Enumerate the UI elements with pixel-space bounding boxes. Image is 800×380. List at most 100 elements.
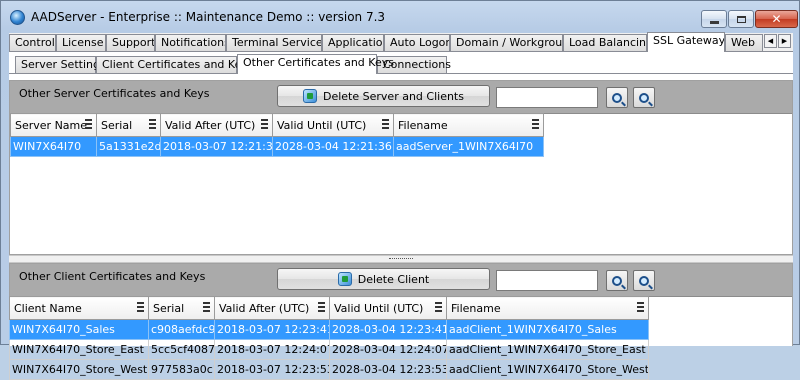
tab-terminal-services[interactable]: Terminal Services <box>226 34 322 51</box>
column-menu-icon[interactable] <box>203 302 210 312</box>
tab-support[interactable]: Support <box>106 34 155 51</box>
cell-valid-after[interactable]: 2018-03-07 12:21:36 <box>160 136 273 157</box>
tab-scroll-arrows: ◀ ▶ <box>764 34 792 48</box>
column-header-serial[interactable]: Serial <box>148 296 215 320</box>
delete-client-label: Delete Client <box>357 272 430 286</box>
search-next-icon <box>639 92 649 103</box>
server-search-input[interactable] <box>496 87 598 108</box>
close-icon: ✕ <box>771 12 782 26</box>
column-header-valid-after[interactable]: Valid After (UTC) <box>214 296 330 320</box>
title-bar[interactable]: AADServer - Enterprise :: Maintenance De… <box>1 1 799 33</box>
search-next-icon <box>639 275 649 286</box>
tab-auto-logon[interactable]: Auto Logon <box>384 34 450 51</box>
subtab-client-certificates[interactable]: Client Certificates and Keys <box>96 56 254 73</box>
main-window: AADServer - Enterprise :: Maintenance De… <box>0 0 800 380</box>
cell-filename[interactable]: aadClient_1WIN7X64I70_Store_East <box>446 339 649 360</box>
splitter-grip-icon <box>389 258 413 261</box>
cell-client-name[interactable]: WIN7X64I70_Store_West <box>9 359 149 380</box>
column-menu-icon[interactable] <box>532 119 539 129</box>
other-certificates-page: Other Server Certificates and Keys Delet… <box>9 74 793 380</box>
column-menu-icon[interactable] <box>85 119 92 129</box>
cell-client-name[interactable]: WIN7X64I70_Store_East <box>9 339 149 360</box>
delete-server-and-clients-button[interactable]: Delete Server and Clients <box>277 85 490 107</box>
column-menu-icon[interactable] <box>637 302 644 312</box>
table-row[interactable]: WIN7X64I70 5a1331e2dal 2018-03-07 12:21:… <box>10 136 544 157</box>
client-certificates-table: Client Name Serial Valid After (UTC) Val… <box>9 296 649 380</box>
maximize-button[interactable] <box>728 10 754 28</box>
client-find-next-button[interactable] <box>633 270 655 291</box>
maximize-icon <box>736 15 746 23</box>
minimize-icon <box>709 20 719 24</box>
column-menu-icon[interactable] <box>382 119 389 129</box>
column-menu-icon[interactable] <box>318 302 325 312</box>
minimize-button[interactable] <box>701 10 727 28</box>
table-row[interactable]: WIN7X64I70_Store_West 977583a0c12 2018-0… <box>9 359 649 380</box>
tab-notifications[interactable]: Notifications <box>155 34 226 51</box>
column-header-valid-after[interactable]: Valid After (UTC) <box>160 113 273 137</box>
column-header-client-name[interactable]: Client Name <box>9 296 149 320</box>
tab-control[interactable]: Control <box>9 34 56 51</box>
table-row[interactable]: WIN7X64I70_Store_East 5cc5cf40877 2018-0… <box>9 339 649 360</box>
tab-load-balancing[interactable]: Load Balancing <box>563 34 647 51</box>
column-header-filename[interactable]: Filename <box>446 296 649 320</box>
cell-valid-until[interactable]: 2028-03-04 12:21:36 <box>272 136 394 157</box>
cell-valid-until[interactable]: 2028-03-04 12:24:07 <box>329 339 447 360</box>
client-find-button[interactable] <box>606 270 628 291</box>
tab-ssl-gateway[interactable]: SSL Gateway <box>647 32 725 52</box>
cell-server-name[interactable]: WIN7X64I70 <box>10 136 97 157</box>
search-icon <box>612 92 622 103</box>
column-menu-icon[interactable] <box>435 302 442 312</box>
cell-filename[interactable]: aadClient_1WIN7X64I70_Store_West <box>446 359 649 380</box>
tab-application[interactable]: Application <box>322 34 384 51</box>
client-search-input[interactable] <box>496 270 598 291</box>
column-header-filename[interactable]: Filename <box>393 113 544 137</box>
client-panel-header: Other Client Certificates and Keys Delet… <box>10 264 792 297</box>
server-find-next-button[interactable] <box>633 87 655 108</box>
server-certificates-table: Server Name Serial Valid After (UTC) Val… <box>10 113 544 157</box>
client-area: Control License Support Notifications Te… <box>9 32 793 380</box>
delete-client-button[interactable]: Delete Client <box>277 268 490 290</box>
cell-filename[interactable]: aadClient_1WIN7X64I70_Sales <box>446 319 649 340</box>
cell-valid-after[interactable]: 2018-03-07 12:24:07 <box>214 339 330 360</box>
cell-serial[interactable]: 977583a0c12 <box>148 359 215 380</box>
tab-license[interactable]: License <box>56 34 106 51</box>
tab-domain-workgroup[interactable]: Domain / Workgroup <box>450 34 563 51</box>
cell-valid-after[interactable]: 2018-03-07 12:23:53 <box>214 359 330 380</box>
client-table-header-row: Client Name Serial Valid After (UTC) Val… <box>9 296 649 320</box>
delete-certificate-icon <box>303 89 317 103</box>
tab-scroll-right-icon[interactable]: ▶ <box>778 34 791 48</box>
tab-scroll-left-icon[interactable]: ◀ <box>764 34 777 48</box>
subtab-server-settings[interactable]: Server Settings <box>15 56 106 73</box>
column-menu-icon[interactable] <box>261 119 268 129</box>
delete-certificate-icon <box>337 272 352 286</box>
tab-web[interactable]: Web <box>725 34 763 51</box>
cell-serial[interactable]: c908aefdc95 <box>148 319 215 340</box>
cell-valid-until[interactable]: 2028-03-04 12:23:41 <box>329 319 447 340</box>
app-globe-icon <box>10 10 25 25</box>
close-button[interactable]: ✕ <box>755 10 798 28</box>
main-tab-strip: Control License Support Notifications Te… <box>9 32 793 52</box>
column-header-valid-until[interactable]: Valid Until (UTC) <box>272 113 394 137</box>
cell-valid-until[interactable]: 2028-03-04 12:23:53 <box>329 359 447 380</box>
cell-serial[interactable]: 5cc5cf40877 <box>148 339 215 360</box>
cell-serial[interactable]: 5a1331e2dal <box>96 136 161 157</box>
window-title: AADServer - Enterprise :: Maintenance De… <box>31 10 386 24</box>
column-menu-icon[interactable] <box>137 302 144 312</box>
column-header-valid-until[interactable]: Valid Until (UTC) <box>329 296 447 320</box>
table-row[interactable]: WIN7X64I70_Sales c908aefdc95 2018-03-07 … <box>9 319 649 340</box>
server-find-button[interactable] <box>606 87 628 108</box>
cell-client-name[interactable]: WIN7X64I70_Sales <box>9 319 149 340</box>
panel-splitter[interactable] <box>9 255 793 263</box>
cell-filename[interactable]: aadServer_1WIN7X64I70 <box>393 136 544 157</box>
cell-valid-after[interactable]: 2018-03-07 12:23:41 <box>214 319 330 340</box>
ssl-gateway-page: Server Settings Client Certificates and … <box>9 52 793 380</box>
server-table-header-row: Server Name Serial Valid After (UTC) Val… <box>10 113 544 137</box>
subtab-other-certificates[interactable]: Other Certificates and Keys <box>237 54 394 74</box>
client-panel-title: Other Client Certificates and Keys <box>19 270 206 283</box>
column-header-server-name[interactable]: Server Name <box>10 113 97 137</box>
server-certificates-panel: Other Server Certificates and Keys Delet… <box>9 80 793 255</box>
search-icon <box>612 275 622 286</box>
column-header-serial[interactable]: Serial <box>96 113 161 137</box>
column-menu-icon[interactable] <box>149 119 156 129</box>
server-panel-header: Other Server Certificates and Keys Delet… <box>10 81 792 114</box>
